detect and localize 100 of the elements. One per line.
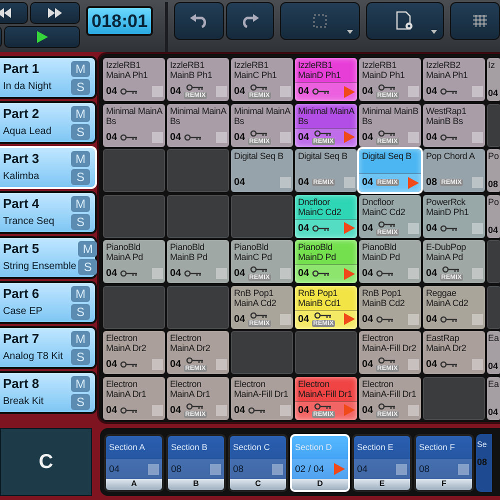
selection-button[interactable] — [280, 2, 360, 40]
section-button[interactable]: Section F 08 F — [414, 434, 474, 492]
clip-cell[interactable]: IzzleRB2 MainA Ph1 04 — [423, 58, 484, 101]
stop-square[interactable] — [216, 268, 226, 279]
clip-cell[interactable]: Dncfloor MainC Cd2 04 — [295, 194, 356, 238]
clip-cell[interactable]: PowerRck MainD Ph1 04 — [423, 194, 484, 238]
stop-square[interactable] — [280, 86, 290, 97]
stop-square[interactable] — [472, 177, 482, 188]
stop-square[interactable] — [152, 404, 162, 416]
part-name: Part 3 — [3, 151, 40, 166]
empty-slot[interactable] — [103, 286, 164, 328]
empty-slot[interactable] — [103, 149, 164, 192]
stop-square[interactable] — [216, 404, 226, 416]
clip-cell[interactable]: Iz 04 — [487, 58, 500, 101]
clip-cell[interactable]: Po 08 — [487, 149, 500, 192]
play-icon[interactable] — [342, 222, 354, 234]
stop-square[interactable] — [472, 268, 482, 279]
clip-cell[interactable]: Minimal MainA Bs 04 — [103, 104, 164, 146]
play-icon[interactable] — [406, 176, 418, 188]
stop-square[interactable] — [472, 86, 482, 97]
stop-square[interactable] — [280, 132, 290, 142]
stop-square[interactable] — [216, 359, 226, 370]
section-button[interactable]: Section C 08 C — [228, 434, 288, 492]
stop-square[interactable] — [280, 404, 290, 416]
stop-square[interactable] — [472, 132, 482, 142]
play-icon[interactable] — [342, 268, 354, 280]
clip-cell[interactable]: Ea 04 — [487, 331, 500, 374]
section-button[interactable]: Se 08 — [476, 434, 492, 492]
stop-square[interactable] — [152, 359, 162, 370]
clip-cell[interactable]: RnB Pop1 MainB Cd2 04 — [359, 286, 420, 328]
empty-slot[interactable] — [487, 286, 500, 328]
section-button[interactable]: Section B 08 B — [166, 434, 226, 492]
clip-cell[interactable]: PianoBld MainA Pd 04 — [103, 240, 164, 283]
stop-square[interactable] — [408, 359, 418, 370]
stop-square[interactable] — [408, 132, 418, 142]
stop-square[interactable] — [408, 314, 418, 324]
empty-slot[interactable] — [487, 240, 500, 283]
undo-button[interactable] — [174, 2, 224, 40]
stop-square[interactable] — [280, 177, 290, 188]
clip-cell[interactable]: PianoBld MainD Pd 04 — [359, 240, 420, 283]
empty-slot[interactable] — [231, 194, 292, 238]
stop-square[interactable] — [280, 314, 290, 324]
clip-cell[interactable]: Electron MainA-Fill Dr1 04 — [231, 376, 292, 420]
stop-square[interactable] — [344, 177, 354, 188]
section-button[interactable]: Section A 04 A — [104, 434, 164, 492]
stop-square[interactable] — [408, 268, 418, 279]
clip-cell[interactable]: Digital Seq B 04 — [231, 149, 292, 192]
empty-slot[interactable] — [487, 104, 500, 146]
play-icon[interactable] — [342, 86, 354, 98]
fast-forward-button[interactable] — [30, 2, 80, 24]
clip-cell[interactable]: Electron MainA Dr1 04 — [103, 376, 164, 420]
empty-slot[interactable] — [423, 376, 484, 420]
clip-cell[interactable]: Po 04 — [487, 194, 500, 238]
stop-square[interactable] — [472, 359, 482, 370]
play-icon[interactable] — [342, 131, 354, 143]
clip-cell[interactable]: EastRap MainA Dr2 04 — [423, 331, 484, 374]
stop-square[interactable] — [280, 268, 290, 279]
empty-slot[interactable] — [231, 331, 292, 374]
stop-square[interactable] — [152, 268, 162, 279]
empty-slot[interactable] — [167, 194, 228, 238]
stop-square[interactable] — [408, 404, 418, 416]
stop-square[interactable] — [408, 86, 418, 97]
clip-count: 04 — [234, 177, 246, 188]
stop-square[interactable] — [210, 464, 221, 474]
stop-square[interactable] — [472, 222, 482, 234]
stop-square[interactable] — [472, 314, 482, 324]
clip-cell[interactable]: PianoBld MainD Pd 04 — [295, 240, 356, 283]
stop-square[interactable] — [216, 86, 226, 97]
clip-name: IzzleRB1 MainC Ph1 — [233, 59, 278, 82]
stop-square[interactable] — [408, 222, 418, 234]
play-button[interactable] — [4, 26, 80, 48]
play-icon[interactable] — [333, 463, 345, 475]
empty-slot[interactable] — [103, 194, 164, 238]
section-button[interactable]: Section E 04 E — [352, 434, 412, 492]
clip-cell[interactable]: Reggae MainA Cd2 04 — [423, 286, 484, 328]
stop-square[interactable] — [152, 132, 162, 142]
play-icon[interactable] — [342, 404, 354, 416]
play-icon[interactable] — [342, 313, 354, 325]
empty-slot[interactable] — [167, 149, 228, 192]
stop-square[interactable] — [272, 464, 283, 474]
stop-square[interactable] — [152, 86, 162, 97]
stop-square[interactable] — [148, 464, 159, 474]
clip-name: Digital Seq B — [297, 150, 348, 163]
stop-square[interactable] — [216, 132, 226, 142]
clip-cell[interactable]: PianoBld MainB Pd 04 — [167, 240, 228, 283]
section-button[interactable]: Section D 02 / 04 D — [290, 434, 350, 492]
clip-cell[interactable]: Electron MainA Dr2 04 — [103, 331, 164, 374]
clip-cell[interactable]: Ea 04 — [487, 376, 500, 420]
stop-square[interactable] — [396, 464, 407, 474]
stop-square[interactable] — [458, 464, 469, 474]
clip-cell[interactable]: IzzleRB1 MainA Ph1 04 — [103, 58, 164, 101]
clip-cell[interactable]: Minimal MainA Bs 04 — [167, 104, 228, 146]
clip-cell[interactable]: WestRap1 MainB Bs 04 — [423, 104, 484, 146]
clip-cell[interactable]: IzzleRB1 MainD Ph1 04 — [295, 58, 356, 101]
empty-slot[interactable] — [295, 331, 356, 374]
document-settings-button[interactable] — [366, 2, 444, 40]
section-name: Section F — [418, 441, 456, 454]
grid-view-button[interactable] — [450, 2, 500, 40]
redo-button[interactable] — [226, 2, 274, 40]
empty-slot[interactable] — [167, 286, 228, 328]
